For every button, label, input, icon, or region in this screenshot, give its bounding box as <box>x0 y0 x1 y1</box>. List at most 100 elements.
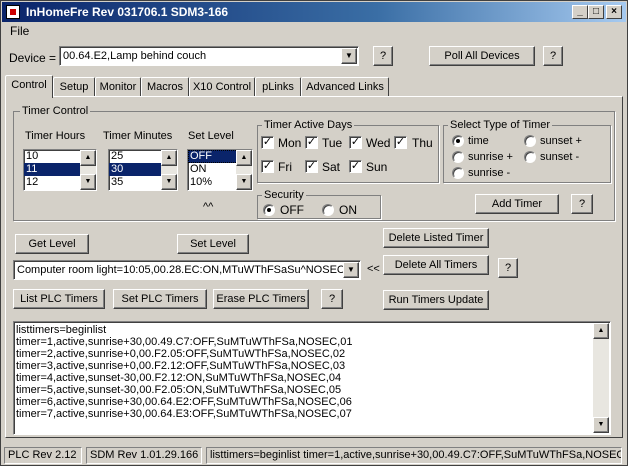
output-line: timer=7,active,sunrise+30,00.64.E3:OFF,S… <box>16 408 352 420</box>
sunrise-plus-radio[interactable] <box>452 151 464 163</box>
tab-x10-control[interactable]: X10 Control <box>189 77 255 97</box>
mon-label: Mon <box>278 136 302 150</box>
sdm-rev-status: SDM Rev 1.01.29.166 <box>86 447 202 464</box>
security-off-label: OFF <box>280 203 304 217</box>
timer-select-value: Computer room light=10:05,00.28.EC:ON,MT… <box>17 264 345 276</box>
scroll-up-icon[interactable]: ▲ <box>80 150 96 166</box>
minutes-scrollbar[interactable]: ▲ ▼ <box>161 150 177 190</box>
scroll-up-icon[interactable]: ▲ <box>161 150 177 166</box>
security-on-label: ON <box>339 203 357 217</box>
thu-label: Thu <box>412 136 433 150</box>
tab-plinks[interactable]: pLinks <box>255 77 301 97</box>
output-line: timer=4,active,sunset-30,00.F2.12:ON,SuM… <box>16 372 342 384</box>
output-scrollbar[interactable]: ▲ ▼ <box>593 323 609 433</box>
menu-bar: File <box>2 22 626 40</box>
sunset-plus-label: sunset + <box>540 135 582 147</box>
hours-scrollbar[interactable]: ▲ ▼ <box>80 150 96 190</box>
list-plc-timers-button[interactable]: List PLC Timers <box>13 289 105 309</box>
time-label: time <box>468 135 489 147</box>
time-radio[interactable] <box>452 135 464 147</box>
app-icon <box>6 5 20 19</box>
output-line: timer=1,active,sunrise+30,00.49.C7:OFF,S… <box>16 336 353 348</box>
tue-label: Tue <box>322 136 343 150</box>
set-level-label: Set Level <box>188 130 234 142</box>
scroll-down-icon[interactable]: ▼ <box>161 174 177 190</box>
sunset-plus-radio[interactable] <box>524 135 536 147</box>
delete-listed-timer-button[interactable]: Delete Listed Timer <box>383 228 489 248</box>
sat-checkbox[interactable]: ✓ <box>305 160 318 173</box>
set-level-list[interactable]: OFF ON 10% ▲ ▼ <box>187 149 253 191</box>
set-level-button[interactable]: Set Level <box>177 234 249 254</box>
scroll-up-icon[interactable]: ▲ <box>593 323 609 339</box>
mon-checkbox[interactable]: ✓ <box>261 136 274 149</box>
add-timer-help-button[interactable]: ? <box>571 194 593 214</box>
output-line: listtimers=beginlist <box>16 324 107 336</box>
run-timers-update-button[interactable]: Run Timers Update <box>383 290 489 310</box>
active-days-label: Timer Active Days <box>262 119 355 131</box>
get-level-button[interactable]: Get Level <box>15 234 89 254</box>
tab-advanced-links[interactable]: Advanced Links <box>301 77 389 97</box>
output-line: timer=6,active,sunrise+30,00.64.E2:OFF,S… <box>16 396 352 408</box>
plc-help-button[interactable]: ? <box>321 289 343 309</box>
maximize-button[interactable]: □ <box>588 5 604 19</box>
sun-checkbox[interactable]: ✓ <box>349 160 362 173</box>
chevron-down-icon[interactable]: ▼ <box>343 262 359 278</box>
scroll-down-icon[interactable]: ▼ <box>236 174 252 190</box>
close-button[interactable]: × <box>606 5 622 19</box>
title-bar[interactable]: InHomeFre Rev 031706.1 SDM3-166 _ □ × <box>2 2 626 22</box>
device-help-button[interactable]: ? <box>373 46 393 66</box>
sun-label: Sun <box>366 160 388 174</box>
level-carets: ^^ <box>203 201 214 213</box>
status-bar: PLC Rev 2.12 SDM Rev 1.01.29.166 listtim… <box>2 445 626 465</box>
tab-control[interactable]: Control <box>5 75 53 98</box>
plc-rev-status: PLC Rev 2.12 <box>4 447 82 464</box>
security-label: Security <box>262 189 306 201</box>
sunrise-minus-radio[interactable] <box>452 167 464 179</box>
device-select[interactable]: 00.64.E2,Lamp behind couch ▼ <box>59 46 359 66</box>
timer-arrow-hint: << <box>367 263 380 275</box>
thu-checkbox[interactable]: ✓ <box>394 136 407 149</box>
security-on-radio[interactable] <box>322 204 334 216</box>
sat-label: Sat <box>322 160 341 174</box>
timer-select[interactable]: Computer room light=10:05,00.28.EC:ON,MT… <box>13 260 361 280</box>
sunrise-plus-label: sunrise + <box>468 151 513 163</box>
fri-checkbox[interactable]: ✓ <box>261 160 274 173</box>
message-status: listtimers=beginlist timer=1,active,sunr… <box>206 447 622 464</box>
security-group: Security <box>257 189 381 219</box>
add-timer-button[interactable]: Add Timer <box>475 194 559 214</box>
timer-hours-list[interactable]: 10 11 12 ▲ ▼ <box>23 149 97 191</box>
minimize-button[interactable]: _ <box>572 5 588 19</box>
active-days-group: Timer Active Days <box>257 119 439 183</box>
erase-plc-timers-button[interactable]: Erase PLC Timers <box>213 289 309 309</box>
poll-help-button[interactable]: ? <box>543 46 563 66</box>
sunset-minus-label: sunset - <box>540 151 580 163</box>
set-plc-timers-button[interactable]: Set PLC Timers <box>113 289 207 309</box>
tue-checkbox[interactable]: ✓ <box>305 136 318 149</box>
menu-file[interactable]: File <box>10 24 29 38</box>
output-memo[interactable]: listtimers=beginlist timer=1,active,sunr… <box>13 321 611 435</box>
poll-all-devices-button[interactable]: Poll All Devices <box>429 46 535 66</box>
window-title: InHomeFre Rev 031706.1 SDM3-166 <box>26 5 229 19</box>
security-off-radio[interactable] <box>263 204 275 216</box>
scroll-up-icon[interactable]: ▲ <box>236 150 252 166</box>
device-label: Device = <box>9 51 57 65</box>
output-line: timer=2,active,sunrise+0,00.F2.05:OFF,Su… <box>16 348 346 360</box>
timer-minutes-label: Timer Minutes <box>103 130 173 142</box>
sunset-minus-radio[interactable] <box>524 151 536 163</box>
scroll-down-icon[interactable]: ▼ <box>80 174 96 190</box>
chevron-down-icon[interactable]: ▼ <box>341 48 357 64</box>
wed-label: Wed <box>366 136 391 150</box>
tab-monitor[interactable]: Monitor <box>95 77 141 97</box>
scroll-down-icon[interactable]: ▼ <box>593 417 609 433</box>
wed-checkbox[interactable]: ✓ <box>349 136 362 149</box>
tab-macros[interactable]: Macros <box>141 77 189 97</box>
level-scrollbar[interactable]: ▲ ▼ <box>236 150 252 190</box>
output-line: timer=3,active,sunrise+0,00.F2.12:OFF,Su… <box>16 360 346 372</box>
sunrise-minus-label: sunrise - <box>468 167 511 179</box>
device-select-value: 00.64.E2,Lamp behind couch <box>63 50 207 62</box>
delete-help-button[interactable]: ? <box>498 258 518 278</box>
timer-type-label: Select Type of Timer <box>448 119 553 131</box>
delete-all-timers-button[interactable]: Delete All Timers <box>383 255 489 275</box>
tab-setup[interactable]: Setup <box>53 77 95 97</box>
timer-minutes-list[interactable]: 25 30 35 ▲ ▼ <box>108 149 178 191</box>
